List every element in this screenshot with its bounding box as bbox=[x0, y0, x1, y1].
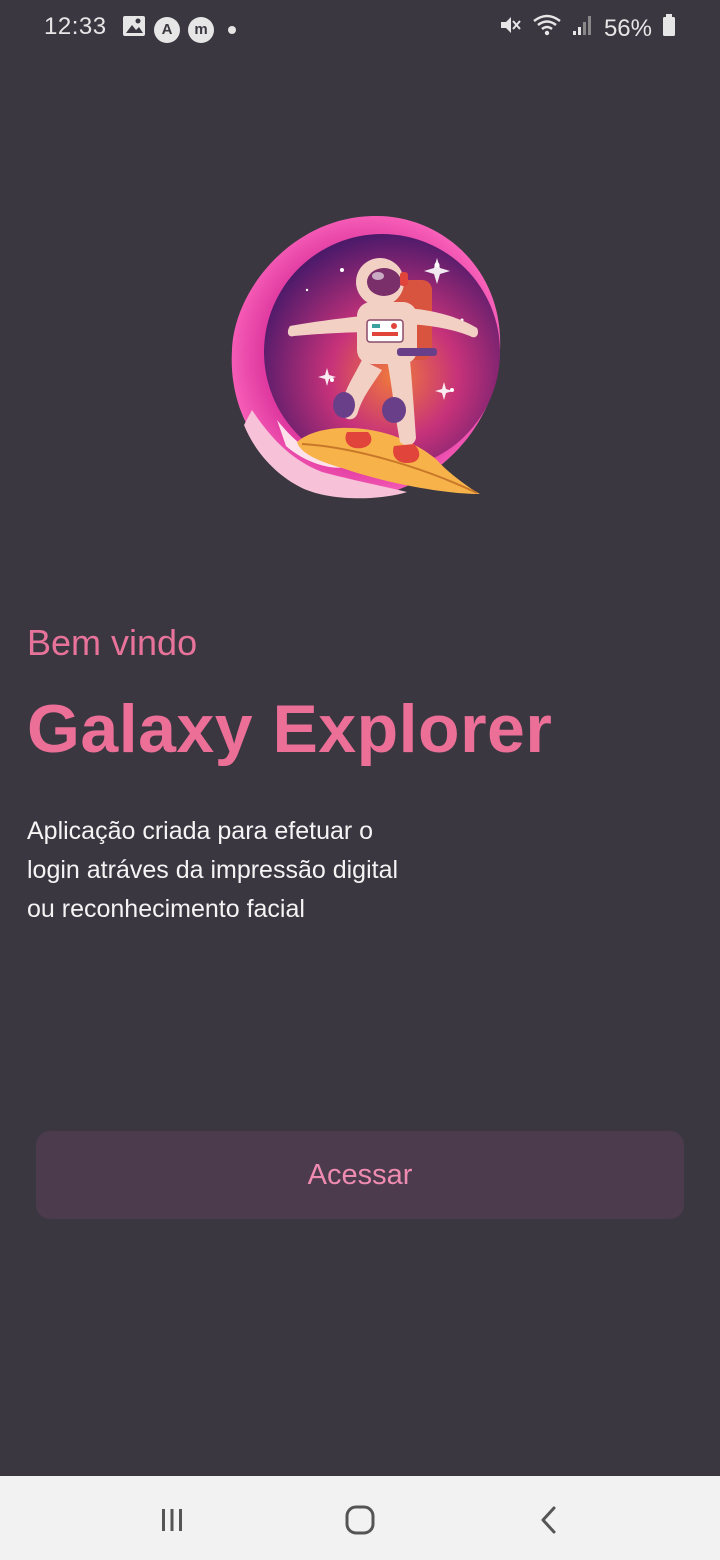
app-title: Galaxy Explorer bbox=[27, 691, 553, 767]
wifi-icon bbox=[532, 13, 562, 44]
welcome-text: Bem vindo bbox=[27, 622, 198, 663]
signal-icon bbox=[572, 13, 594, 44]
description-line: login atráves da impressão digital bbox=[27, 856, 399, 884]
astronaut-surfing-illustration bbox=[222, 210, 512, 510]
back-icon[interactable] bbox=[528, 1502, 568, 1538]
m-circle-icon: m bbox=[188, 16, 214, 43]
recent-apps-icon[interactable] bbox=[152, 1502, 192, 1538]
mute-icon bbox=[498, 13, 522, 44]
status-bar: 12:33 A m 56% bbox=[0, 0, 720, 56]
status-icons-right: 56% bbox=[498, 13, 676, 44]
app-description: Aplicação criada para efetuar o login at… bbox=[27, 812, 457, 929]
battery-text: 56% bbox=[603, 14, 652, 42]
dot-icon bbox=[228, 25, 236, 34]
access-button[interactable]: Acessar bbox=[36, 1131, 684, 1219]
a-circle-icon: A bbox=[154, 16, 180, 43]
home-icon[interactable] bbox=[340, 1502, 380, 1538]
description-line: Aplicação criada para efetuar o bbox=[27, 817, 374, 845]
image-icon bbox=[122, 15, 146, 44]
description-line: ou reconhecimento facial bbox=[27, 895, 305, 923]
navigation-bar bbox=[0, 1476, 720, 1560]
status-icons-left: A m bbox=[122, 15, 236, 44]
status-time: 12:33 bbox=[44, 13, 107, 40]
battery-icon bbox=[662, 13, 676, 44]
